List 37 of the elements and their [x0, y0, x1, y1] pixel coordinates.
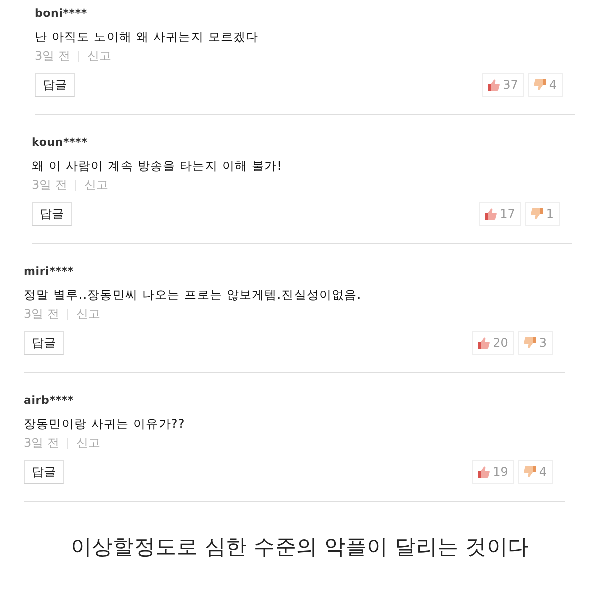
comment-time: 3일 전	[24, 435, 60, 451]
dislike-button[interactable]: 4	[528, 73, 563, 97]
like-button[interactable]: 19	[472, 460, 514, 484]
dislike-button[interactable]: 1	[525, 202, 560, 226]
like-button[interactable]: 20	[472, 331, 514, 355]
comment-time: 3일 전	[35, 48, 70, 64]
thumbs-up-icon	[488, 79, 500, 91]
comment-text: 장동민이랑 사귀는 이유가??	[24, 416, 186, 433]
thumbs-down-icon	[531, 208, 544, 220]
reply-button[interactable]: 답글	[24, 460, 64, 484]
comment-author: koun****	[32, 135, 89, 151]
dislike-button[interactable]: 3	[518, 331, 553, 355]
caption-text: 이상할정도로 심한 수준의 악플이 달리는 것이다	[70, 534, 530, 561]
reply-button[interactable]: 답글	[24, 331, 64, 355]
thumbs-up-icon	[478, 466, 490, 478]
report-link[interactable]: 신고	[76, 435, 100, 451]
like-button[interactable]: 37	[482, 73, 524, 97]
like-button[interactable]: 17	[479, 202, 522, 226]
reply-button[interactable]: 답글	[35, 73, 75, 97]
comment-author: boni****	[35, 6, 88, 22]
comment-author: airb****	[24, 393, 75, 409]
comment-time: 3일 전	[32, 177, 68, 193]
thumbs-down-icon	[524, 337, 536, 349]
comment-text: 난 아직도 노이해 왜 사귀는지 모르겠다	[35, 29, 260, 46]
thumbs-up-icon	[485, 208, 498, 220]
comment-time: 3일 전	[24, 306, 60, 322]
report-link[interactable]: 신고	[84, 177, 108, 193]
thumbs-up-icon	[478, 337, 490, 349]
comment-text: 왜 이 사람이 계속 방송을 타는지 이해 불가!	[32, 158, 284, 175]
thumbs-down-icon	[524, 466, 536, 478]
thumbs-down-icon	[534, 79, 546, 91]
reply-button[interactable]: 답글	[32, 202, 72, 226]
dislike-button[interactable]: 4	[518, 460, 553, 484]
comment-author: miri****	[24, 264, 75, 280]
comment-text: 정말 별루..장동민씨 나오는 프로는 않보게템.진실성이없음.	[24, 287, 363, 304]
report-link[interactable]: 신고	[76, 306, 100, 322]
report-link[interactable]: 신고	[87, 48, 112, 64]
